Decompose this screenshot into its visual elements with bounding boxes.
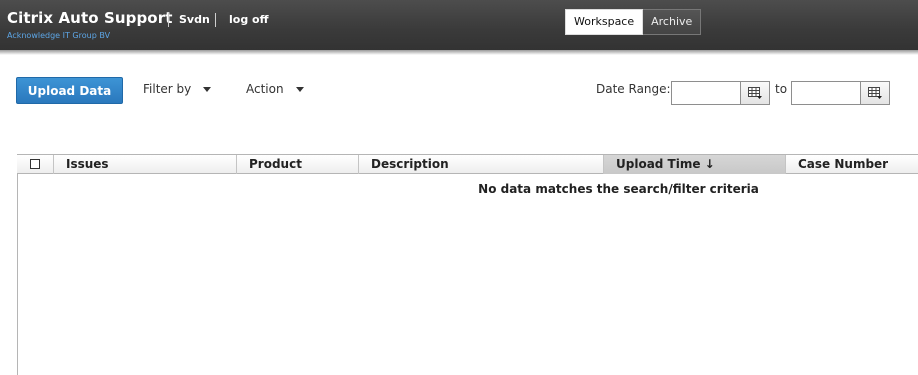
calendar-icon (868, 87, 882, 99)
empty-state-message: No data matches the search/filter criter… (478, 182, 759, 196)
filter-by-dropdown[interactable]: Filter by (143, 82, 212, 96)
divider (215, 13, 216, 27)
company-name: Acknowledge IT Group BV (7, 31, 111, 40)
calendar-icon (748, 87, 762, 99)
tab-archive[interactable]: Archive (643, 9, 702, 35)
date-to-label: to (775, 82, 788, 96)
column-product[interactable]: Product (237, 155, 359, 174)
date-to-calendar-button[interactable] (861, 81, 890, 105)
date-range-label: Date Range: (596, 82, 671, 96)
action-label: Action (246, 82, 284, 96)
main-tabs: Workspace Archive (565, 9, 702, 35)
column-upload-time[interactable]: Upload Time ↓ (604, 155, 786, 174)
tab-workspace[interactable]: Workspace (565, 9, 644, 35)
column-issues[interactable]: Issues (54, 155, 237, 174)
grid-body: No data matches the search/filter criter… (17, 174, 918, 375)
action-dropdown[interactable]: Action (246, 82, 304, 96)
select-all-column (17, 155, 54, 174)
select-all-checkbox[interactable] (30, 159, 40, 169)
upload-data-button[interactable]: Upload Data (16, 77, 123, 104)
app-title: Citrix Auto Support (7, 9, 173, 27)
date-from-input[interactable] (671, 81, 741, 105)
grid-header: Issues Product Description Upload Time ↓… (17, 154, 918, 174)
column-case-number[interactable]: Case Number (786, 155, 918, 174)
date-to-input[interactable] (791, 81, 861, 105)
app-header: Citrix Auto Support Acknowledge IT Group… (0, 0, 918, 50)
column-description[interactable]: Description (359, 155, 604, 174)
chevron-down-icon (203, 86, 212, 92)
header-shadow (0, 50, 918, 55)
logoff-link[interactable]: log off (229, 13, 269, 26)
chevron-down-icon (295, 86, 304, 92)
user-link[interactable]: Svdn (179, 13, 210, 26)
date-from-calendar-button[interactable] (741, 81, 770, 105)
filter-by-label: Filter by (143, 82, 192, 96)
divider (168, 13, 169, 27)
